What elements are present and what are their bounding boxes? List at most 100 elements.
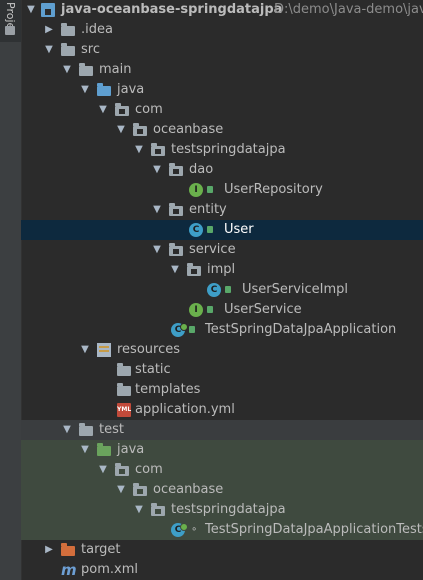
tree-row-app-class[interactable]: C TestSpringDataJpaApplication [21,320,423,340]
tree-row-user-service[interactable]: I UserService [21,300,423,320]
lock-icon [207,306,213,313]
tree-row-main[interactable]: ▼ main [21,60,423,80]
tree-row-idea[interactable]: ▶ .idea [21,20,423,40]
package-icon [133,123,147,136]
tree-row-target[interactable]: ▶ target [21,540,423,560]
project-tab[interactable]: Project [0,0,21,42]
spring-icon [180,523,188,531]
folder-icon [5,26,15,35]
templates-label: templates [135,382,201,397]
tree-row-main-java[interactable]: ▼ java [21,80,423,100]
chevron-down-icon[interactable]: ▼ [61,60,73,80]
tree-row-main-pkg[interactable]: ▼ testspringdatajpa [21,140,423,160]
main-label: main [99,62,132,77]
tree-row-test-java[interactable]: ▼ java [21,440,423,460]
folder-icon [79,423,93,436]
tree-row-test[interactable]: ▼ test [21,420,423,440]
chevron-right-icon[interactable]: ▶ [43,540,55,560]
module-icon [41,3,55,17]
main-oceanbase-label: oceanbase [153,122,224,137]
test-com-label: com [135,462,163,477]
chevron-down-icon[interactable]: ▼ [79,80,91,100]
tree-row-test-pkg[interactable]: ▼ testspringdatajpa [21,500,423,520]
application-yml-label: application.yml [135,402,235,417]
tree-row-module[interactable]: ▼ java-oceanbase-springdatajpa D:\demo\J… [21,0,423,20]
chevron-down-icon[interactable]: ▼ [151,240,163,260]
chevron-down-icon[interactable]: ▼ [97,100,109,120]
target-label: target [81,542,121,557]
src-label: src [81,42,100,57]
tree-row-templates[interactable]: templates [21,380,423,400]
tree-row-test-com[interactable]: ▼ com [21,460,423,480]
tree-row-impl[interactable]: ▼ impl [21,260,423,280]
tree-row-application-yml[interactable]: YML application.yml [21,400,423,420]
chevron-down-icon[interactable]: ▼ [133,500,145,520]
chevron-down-icon[interactable]: ▼ [25,0,37,20]
chevron-down-icon[interactable]: ▼ [97,460,109,480]
test-pkg-label: testspringdatajpa [171,502,286,517]
chevron-down-icon[interactable]: ▼ [61,420,73,440]
package-icon [151,143,165,156]
lock-icon [225,286,231,293]
test-label: test [99,422,124,437]
user-repository-label: UserRepository [224,182,323,197]
project-tool-window: Project ▼ java-oceanbase-springdatajpa D… [0,0,423,580]
excluded-folder-icon [61,543,75,556]
lock-icon [207,186,213,193]
class-icon: C [189,223,203,237]
tree-row-user[interactable]: C User [21,220,423,240]
tree-row-entity[interactable]: ▼ entity [21,200,423,220]
module-name: java-oceanbase-springdatajpa [61,2,283,17]
tree-row-user-repository[interactable]: I UserRepository [21,180,423,200]
main-pkg-label: testspringdatajpa [171,142,286,157]
chevron-down-icon[interactable]: ▼ [133,140,145,160]
impl-label: impl [207,262,236,277]
package-icon [169,163,183,176]
source-folder-icon [97,83,111,96]
user-service-impl-label: UserServiceImpl [242,282,349,297]
project-tab-label: Project [4,2,17,26]
spring-icon [180,323,188,331]
tree-row-src[interactable]: ▼ src [21,40,423,60]
chevron-down-icon[interactable]: ▼ [79,440,91,460]
resources-label: resources [117,342,181,357]
tree-row-test-oceanbase[interactable]: ▼ oceanbase [21,480,423,500]
app-tests-label: TestSpringDataJpaApplicationTests [205,522,423,537]
chevron-down-icon[interactable]: ▼ [115,480,127,500]
tree-row-pom[interactable]: m pom.xml [21,560,423,580]
chevron-down-icon[interactable]: ▼ [151,160,163,180]
tree-row-dao[interactable]: ▼ dao [21,160,423,180]
chevron-right-icon[interactable]: ▶ [43,20,55,40]
chevron-down-icon[interactable]: ▼ [151,200,163,220]
yml-file-icon: YML [117,403,131,417]
chevron-down-icon[interactable]: ▼ [115,120,127,140]
test-oceanbase-label: oceanbase [153,482,224,497]
tree-row-user-service-impl[interactable]: C UserServiceImpl [21,280,423,300]
interface-icon: I [189,183,203,197]
service-label: service [189,242,236,257]
tree-row-service[interactable]: ▼ service [21,240,423,260]
package-icon [133,483,147,496]
package-icon [151,503,165,516]
project-tree[interactable]: ▼ java-oceanbase-springdatajpa D:\demo\J… [21,0,423,580]
folder-icon [117,383,131,396]
tree-row-static[interactable]: static [21,360,423,380]
entity-label: entity [189,202,227,217]
tree-row-main-oceanbase[interactable]: ▼ oceanbase [21,120,423,140]
maven-icon: m [61,561,77,579]
app-class-label: TestSpringDataJpaApplication [205,322,397,337]
chevron-down-icon[interactable]: ▼ [79,340,91,360]
package-icon [169,243,183,256]
chevron-down-icon[interactable]: ▼ [169,260,181,280]
tree-row-main-com[interactable]: ▼ com [21,100,423,120]
main-com-label: com [135,102,163,117]
idea-label: .idea [81,22,113,37]
static-label: static [135,362,171,377]
tree-row-app-tests[interactable]: C ∘ TestSpringDataJpaApplicationTests [21,520,423,540]
folder-icon [61,43,75,56]
chevron-down-icon[interactable]: ▼ [43,40,55,60]
interface-icon: I [189,303,203,317]
folder-icon [117,363,131,376]
tree-row-resources[interactable]: ▼ resources [21,340,423,360]
folder-icon [79,63,93,76]
